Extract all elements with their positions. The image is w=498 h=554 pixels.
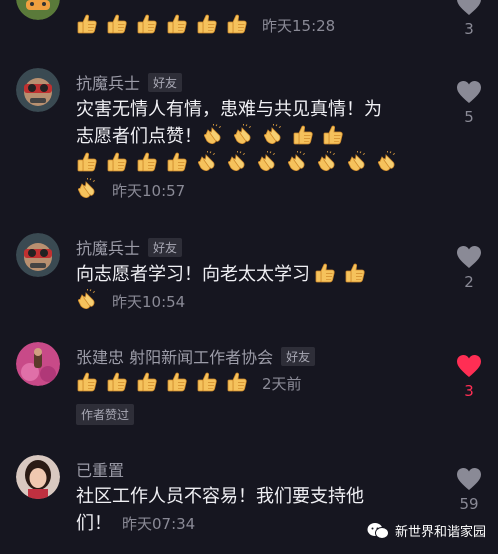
clapping-hands-emoji: [256, 151, 278, 173]
comment-item: 昨天15:28 3: [0, 0, 498, 44]
clapping-hands-emoji: [262, 124, 284, 146]
comment-body: 灾害无情人有情，患难与共见真情！为 志愿者们点赞！ 昨天10:57: [76, 96, 426, 204]
avatar[interactable]: [16, 0, 60, 20]
avatar[interactable]: [16, 342, 60, 386]
commenter-name[interactable]: 已重置: [76, 457, 124, 481]
comment-text: 们！: [76, 513, 112, 534]
like-count: 2: [464, 273, 474, 291]
like-count: 3: [464, 20, 474, 38]
like-button[interactable]: 3: [454, 0, 484, 38]
wechat-icon: [367, 522, 389, 539]
comment-time: 昨天07:34: [122, 515, 196, 533]
commenter-name[interactable]: 抗魔兵士: [76, 70, 140, 94]
comment-time: 昨天15:28: [262, 17, 336, 35]
thumbs-up-emoji: [196, 13, 218, 35]
heart-icon: [457, 246, 481, 268]
like-count: 3: [464, 382, 474, 400]
comment-time: 2天前: [262, 375, 302, 393]
thumbs-up-emoji: [314, 262, 336, 284]
comment-time: 昨天10:54: [112, 293, 186, 311]
like-count: 59: [459, 495, 479, 513]
avatar[interactable]: [16, 455, 60, 499]
heart-icon: [457, 468, 481, 490]
friend-badge: 好友: [148, 237, 183, 257]
like-button[interactable]: 59: [454, 467, 484, 513]
avatar[interactable]: [16, 233, 60, 277]
thumbs-up-emoji: [166, 151, 188, 173]
thumbs-up-emoji: [292, 124, 314, 146]
clapping-hands-emoji: [76, 178, 98, 200]
thumbs-up-emoji: [106, 13, 128, 35]
clapping-hands-emoji: [286, 151, 308, 173]
comment-text: 志愿者们点赞！: [76, 126, 202, 147]
clapping-hands-emoji: [202, 124, 224, 146]
comments-screen: 昨天15:28 3 抗魔兵士 好友 灾害无情人有情，患难与共见真情！为 志愿者们…: [0, 0, 498, 554]
like-count: 5: [464, 108, 474, 126]
friend-badge: 好友: [148, 72, 183, 92]
thumbs-up-emoji: [136, 151, 158, 173]
comment-text: 向志愿者学习！向老太太学习: [76, 264, 310, 285]
friend-badge: 好友: [281, 346, 316, 366]
comment-body: 昨天15:28: [76, 12, 426, 39]
thumbs-up-emoji: [136, 371, 158, 393]
thumbs-up-emoji: [196, 371, 218, 393]
thumbs-up-emoji: [136, 13, 158, 35]
author-liked-badge: 作者赞过: [76, 404, 135, 425]
clapping-hands-emoji: [316, 151, 338, 173]
heart-icon: [457, 355, 481, 377]
like-button[interactable]: 3: [454, 354, 484, 400]
comment-text: 灾害无情人有情，患难与共见真情！为: [76, 99, 382, 120]
heart-icon: [457, 0, 481, 15]
like-button[interactable]: 5: [454, 80, 484, 126]
thumbs-up-emoji: [76, 13, 98, 35]
thumbs-up-emoji: [166, 13, 188, 35]
thumbs-up-emoji: [106, 371, 128, 393]
thumbs-up-emoji: [76, 371, 98, 393]
clapping-hands-emoji: [196, 151, 218, 173]
comment-text: 社区工作人员不容易！我们要支持他: [76, 486, 364, 507]
clapping-hands-emoji: [346, 151, 368, 173]
thumbs-up-emoji: [166, 371, 188, 393]
like-button[interactable]: 2: [454, 245, 484, 291]
thumbs-up-emoji: [106, 151, 128, 173]
watermark-text: 新世界和谐家园: [394, 525, 486, 540]
clapping-hands-emoji: [226, 151, 248, 173]
watermark: 新世界和谐家园: [367, 521, 486, 540]
thumbs-up-emoji: [344, 262, 366, 284]
clapping-hands-emoji: [376, 151, 398, 173]
thumbs-up-emoji: [76, 151, 98, 173]
comment-time: 昨天10:57: [112, 182, 186, 200]
comment-body: 2天前: [76, 370, 426, 397]
clapping-hands-emoji: [76, 289, 98, 311]
thumbs-up-emoji: [322, 124, 344, 146]
comment-body: 向志愿者学习！向老太太学习 昨天10:54: [76, 261, 426, 315]
commenter-name[interactable]: 张建忠 射阳新闻工作者协会: [76, 344, 273, 368]
thumbs-up-emoji: [226, 13, 248, 35]
clapping-hands-emoji: [232, 124, 254, 146]
heart-icon: [457, 81, 481, 103]
avatar[interactable]: [16, 68, 60, 112]
thumbs-up-emoji: [226, 371, 248, 393]
commenter-name[interactable]: 抗魔兵士: [76, 235, 140, 259]
